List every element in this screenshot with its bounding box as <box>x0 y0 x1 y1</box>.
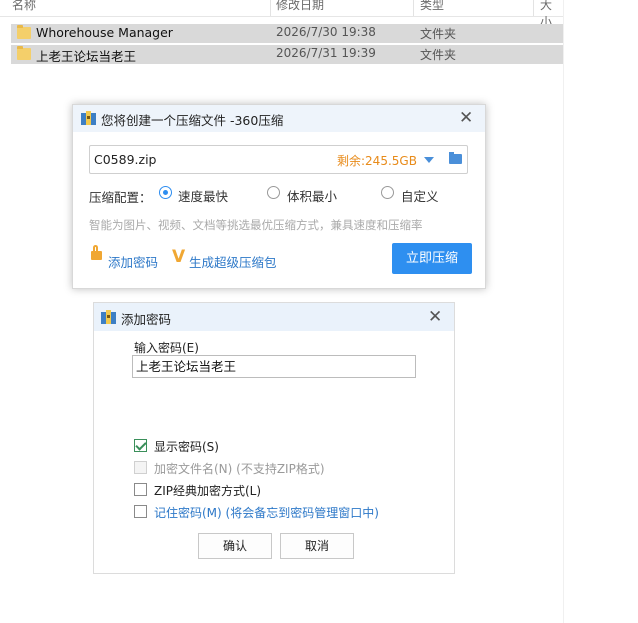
vip-v-icon: V <box>172 247 186 267</box>
folder-icon <box>17 46 31 60</box>
folder-icon <box>17 25 31 39</box>
confirm-button[interactable]: 确认 <box>198 533 272 559</box>
file-type: 文件夹 <box>420 27 457 41</box>
column-name[interactable]: 名称 <box>12 0 36 13</box>
compress-now-button[interactable]: 立即压缩 <box>392 243 472 274</box>
remember-password-label[interactable]: 记住密码(M) (将会备忘到密码管理窗口中) <box>154 504 379 521</box>
zip-classic-encryption-label[interactable]: ZIP经典加密方式(L) <box>154 482 261 499</box>
compress-hint: 智能为图片、视频、文档等挑选最优压缩方式，兼具速度和压缩率 <box>89 218 423 232</box>
password-dialog-titlebar[interactable]: 添加密码 ✕ <box>94 303 454 331</box>
explorer-column-header: 名称 修改日期 类型 大小 <box>0 0 563 29</box>
compress-dialog-title: 您将创建一个压缩文件 -360压缩 <box>101 113 284 128</box>
add-password-link[interactable]: 添加密码 <box>108 252 158 271</box>
explorer-right-pane <box>563 0 638 623</box>
file-name: Whorehouse Manager <box>36 25 173 40</box>
column-divider[interactable] <box>270 0 271 16</box>
file-row[interactable]: 上老王论坛当老王 2026/7/31 19:39 文件夹 <box>11 45 563 64</box>
column-type[interactable]: 类型 <box>420 0 444 13</box>
file-date: 2026/7/30 19:38 <box>276 25 376 39</box>
password-dialog: 添加密码 ✕ 输入密码(E) 上老王论坛当老王 显示密码(S) 加密文件名(N)… <box>93 302 455 574</box>
column-divider[interactable] <box>413 0 414 16</box>
archive-app-icon <box>101 310 116 324</box>
close-icon[interactable]: ✕ <box>459 108 473 128</box>
compress-dialog-titlebar[interactable]: 您将创建一个压缩文件 -360压缩 ✕ <box>73 105 485 132</box>
radio-smallest-label[interactable]: 体积最小 <box>287 186 337 205</box>
radio-fastest[interactable] <box>159 186 172 199</box>
password-input[interactable]: 上老王论坛当老王 <box>132 355 416 378</box>
file-name: 上老王论坛当老王 <box>36 49 137 64</box>
compress-dialog: 您将创建一个压缩文件 -360压缩 ✕ C0589.zip 剩余:245.5GB… <box>72 104 486 289</box>
zip-classic-encryption-checkbox[interactable] <box>134 483 147 496</box>
browse-folder-icon[interactable] <box>449 152 462 164</box>
free-space-label: 剩余:245.5GB <box>337 154 417 168</box>
radio-smallest[interactable] <box>267 186 280 199</box>
archive-filename-field[interactable]: C0589.zip 剩余:245.5GB <box>89 145 468 174</box>
file-type: 文件夹 <box>420 48 457 62</box>
lock-icon <box>91 245 102 260</box>
show-password-label[interactable]: 显示密码(S) <box>154 438 219 455</box>
file-date: 2026/7/31 19:39 <box>276 46 376 60</box>
archive-app-icon <box>81 111 96 125</box>
show-password-checkbox[interactable] <box>134 439 147 452</box>
cancel-button[interactable]: 取消 <box>280 533 354 559</box>
radio-fastest-label[interactable]: 速度最快 <box>178 186 228 205</box>
password-input-label: 输入密码(E) <box>134 341 199 355</box>
super-package-link[interactable]: 生成超级压缩包 <box>189 252 277 271</box>
close-icon[interactable]: ✕ <box>428 307 442 327</box>
column-modified[interactable]: 修改日期 <box>276 0 324 13</box>
encrypt-filenames-label: 加密文件名(N) (不支持ZIP格式) <box>154 462 325 476</box>
archive-filename[interactable]: C0589.zip <box>94 152 156 167</box>
column-divider[interactable] <box>533 0 534 16</box>
password-dialog-title: 添加密码 <box>121 312 172 327</box>
radio-custom-label[interactable]: 自定义 <box>401 186 439 205</box>
radio-custom[interactable] <box>381 186 394 199</box>
chevron-down-icon[interactable] <box>424 157 434 163</box>
file-row[interactable]: Whorehouse Manager 2026/7/30 19:38 文件夹 <box>11 24 563 43</box>
remember-password-checkbox[interactable] <box>134 505 147 518</box>
compress-config-label: 压缩配置： <box>89 190 152 205</box>
encrypt-filenames-checkbox <box>134 461 147 474</box>
